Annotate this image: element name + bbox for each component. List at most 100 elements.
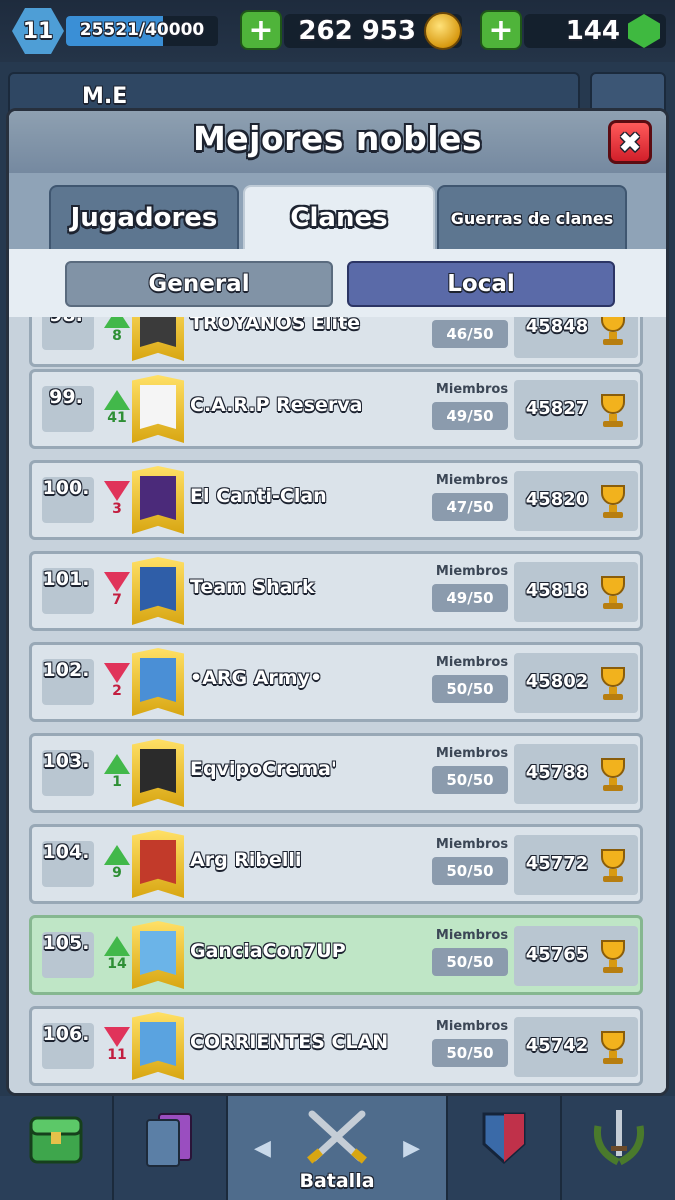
clan-name: El Canti-Clan bbox=[190, 485, 327, 507]
trophy-box: 45788 bbox=[514, 744, 638, 804]
clan-row[interactable]: 102. 2 •ARG Army• Miembros 50/50 45802 bbox=[29, 642, 643, 722]
clan-rank: 100. bbox=[42, 477, 90, 499]
clan-badge-icon bbox=[132, 375, 184, 443]
clan-row[interactable]: 101. 7 Team Shark Miembros 49/50 45818 bbox=[29, 551, 643, 631]
clan-row[interactable]: 105. 14 GanciaCon7UP Miembros 50/50 45765 bbox=[29, 915, 643, 995]
clan-members: 47/50 bbox=[432, 493, 508, 521]
trophy-icon bbox=[598, 394, 628, 428]
clan-name: TROYANOS Elite bbox=[190, 317, 361, 334]
clan-members: 50/50 bbox=[432, 766, 508, 794]
trophy-icon bbox=[598, 317, 628, 346]
nav-shop[interactable] bbox=[0, 1096, 114, 1200]
trophy-icon bbox=[598, 485, 628, 519]
modal-header: Mejores nobles ✖ bbox=[9, 111, 666, 173]
trophy-box: 45742 bbox=[514, 1017, 638, 1077]
clan-row[interactable]: 98.8TROYANOS EliteMiembros46/5045848 bbox=[29, 317, 643, 367]
rank-change-up-icon bbox=[104, 936, 130, 956]
clan-badge-icon bbox=[132, 466, 184, 534]
crossed-swords-icon bbox=[307, 1110, 367, 1164]
gold-display: 262 953 bbox=[284, 12, 462, 50]
clan-trophies: 45827 bbox=[525, 398, 589, 419]
rank-change: 7 bbox=[112, 592, 122, 608]
trophy-box: 45820 bbox=[514, 471, 638, 531]
tab-label: Jugadores bbox=[70, 203, 218, 233]
laurel-sword-icon bbox=[593, 1110, 644, 1166]
clan-members: 49/50 bbox=[432, 584, 508, 612]
gems-display: 144 bbox=[524, 14, 666, 48]
xp-text: 25521/40000 bbox=[79, 20, 205, 40]
trophy-icon bbox=[598, 940, 628, 974]
cards-icon bbox=[146, 1113, 192, 1167]
gold-amount: 262 953 bbox=[298, 16, 416, 46]
clan-trophies: 45788 bbox=[525, 762, 589, 783]
clan-name: •ARG Army• bbox=[190, 667, 323, 689]
filter-local-button[interactable]: Local bbox=[347, 261, 615, 307]
clan-members: 49/50 bbox=[432, 402, 508, 430]
clan-list[interactable]: 98. 8 TROYANOS Elite Miembros 46/50 45848 99. 4… bbox=[9, 317, 666, 1093]
level-badge[interactable]: 11 bbox=[12, 8, 64, 54]
rank-change: 41 bbox=[107, 410, 127, 426]
chest-icon bbox=[29, 1116, 83, 1164]
members-label: Miembros bbox=[435, 746, 509, 761]
nav-clan[interactable] bbox=[448, 1096, 562, 1200]
clan-rank: 99. bbox=[49, 386, 83, 408]
rank-change-down-icon bbox=[104, 663, 130, 683]
buy-gold-button[interactable]: + bbox=[240, 10, 282, 50]
trophy-icon bbox=[598, 576, 628, 610]
nav-battle[interactable]: ◀ ▶ Batalla bbox=[228, 1096, 448, 1200]
tab-jugadores[interactable]: Jugadores bbox=[49, 185, 239, 249]
clan-badge-icon bbox=[132, 739, 184, 807]
clan-rank: 98. bbox=[38, 317, 94, 326]
rank-change: 8 bbox=[112, 328, 122, 344]
trophy-icon bbox=[598, 667, 628, 701]
nav-tournaments[interactable] bbox=[562, 1096, 675, 1200]
filter-general-button[interactable]: General bbox=[65, 261, 333, 307]
gem-icon bbox=[628, 14, 660, 48]
clan-badge-icon bbox=[132, 317, 184, 361]
clan-row[interactable]: 99. 41 C.A.R.P Reserva Miembros 49/50 45827 bbox=[29, 369, 643, 449]
gold-coin-icon bbox=[424, 12, 462, 50]
close-button[interactable]: ✖ bbox=[608, 120, 652, 164]
gems-amount: 144 bbox=[565, 16, 620, 46]
rank-change-down-icon bbox=[104, 481, 130, 501]
clan-members: 46/50 bbox=[432, 320, 508, 348]
clan-row[interactable]: 100. 3 El Canti-Clan Miembros 47/50 45820 bbox=[29, 460, 643, 540]
clan-rank: 104. bbox=[42, 841, 90, 863]
clan-name: GanciaCon7UP bbox=[190, 940, 346, 962]
rank-change: 9 bbox=[112, 865, 122, 881]
tab-label: Guerras de clanes bbox=[450, 208, 614, 228]
trophy-box: 45827 bbox=[514, 380, 638, 440]
rank-change-down-icon bbox=[104, 572, 130, 592]
clan-members: 50/50 bbox=[432, 857, 508, 885]
chevron-right-icon[interactable]: ▶ bbox=[403, 1136, 420, 1161]
tab-guerras-de-clanes[interactable]: Guerras de clanes bbox=[437, 185, 627, 249]
trophy-box: 45802 bbox=[514, 653, 638, 713]
filter-bar: General Local bbox=[9, 249, 666, 317]
tab-clanes[interactable]: Clanes bbox=[243, 185, 435, 249]
clan-row[interactable]: 103. 1 EqvipoCrema' Miembros 50/50 45788 bbox=[29, 733, 643, 813]
buy-gems-button[interactable]: + bbox=[480, 10, 522, 50]
clan-badge-icon bbox=[132, 557, 184, 625]
clan-trophies: 45848 bbox=[525, 317, 589, 337]
clan-badge-icon bbox=[132, 1012, 184, 1080]
clan-row[interactable]: 104. 9 Arg Ribelli Miembros 50/50 45772 bbox=[29, 824, 643, 904]
members-label: Miembros bbox=[435, 564, 509, 579]
top-bar: 11 25521/40000 + 262 953 + 144 bbox=[0, 0, 675, 62]
tabs-bar: Jugadores Clanes Guerras de clanes bbox=[9, 173, 666, 249]
members-label: Miembros bbox=[435, 1019, 509, 1034]
clan-name: CORRIENTES CLAN bbox=[190, 1031, 389, 1053]
rank-change-down-icon bbox=[104, 1027, 130, 1047]
clan-badge-icon bbox=[132, 921, 184, 989]
trophy-box: 45772 bbox=[514, 835, 638, 895]
clan-row[interactable]: 106. 11 CORRIENTES CLAN Miembros 50/50 45742 bbox=[29, 1006, 643, 1086]
rank-change-up-icon bbox=[104, 390, 130, 410]
nav-cards[interactable] bbox=[114, 1096, 228, 1200]
members-label: Miembros bbox=[435, 655, 509, 670]
clan-name: EqvipoCrema' bbox=[190, 758, 337, 780]
members-label: Miembros bbox=[435, 928, 509, 943]
nav-battle-label: Batalla bbox=[299, 1170, 375, 1192]
clan-trophies: 45818 bbox=[525, 580, 589, 601]
chevron-left-icon[interactable]: ◀ bbox=[254, 1136, 271, 1161]
leaderboard-modal: Mejores nobles ✖ Jugadores Clanes Guerra… bbox=[6, 108, 669, 1096]
clan-rank: 103. bbox=[42, 750, 90, 772]
